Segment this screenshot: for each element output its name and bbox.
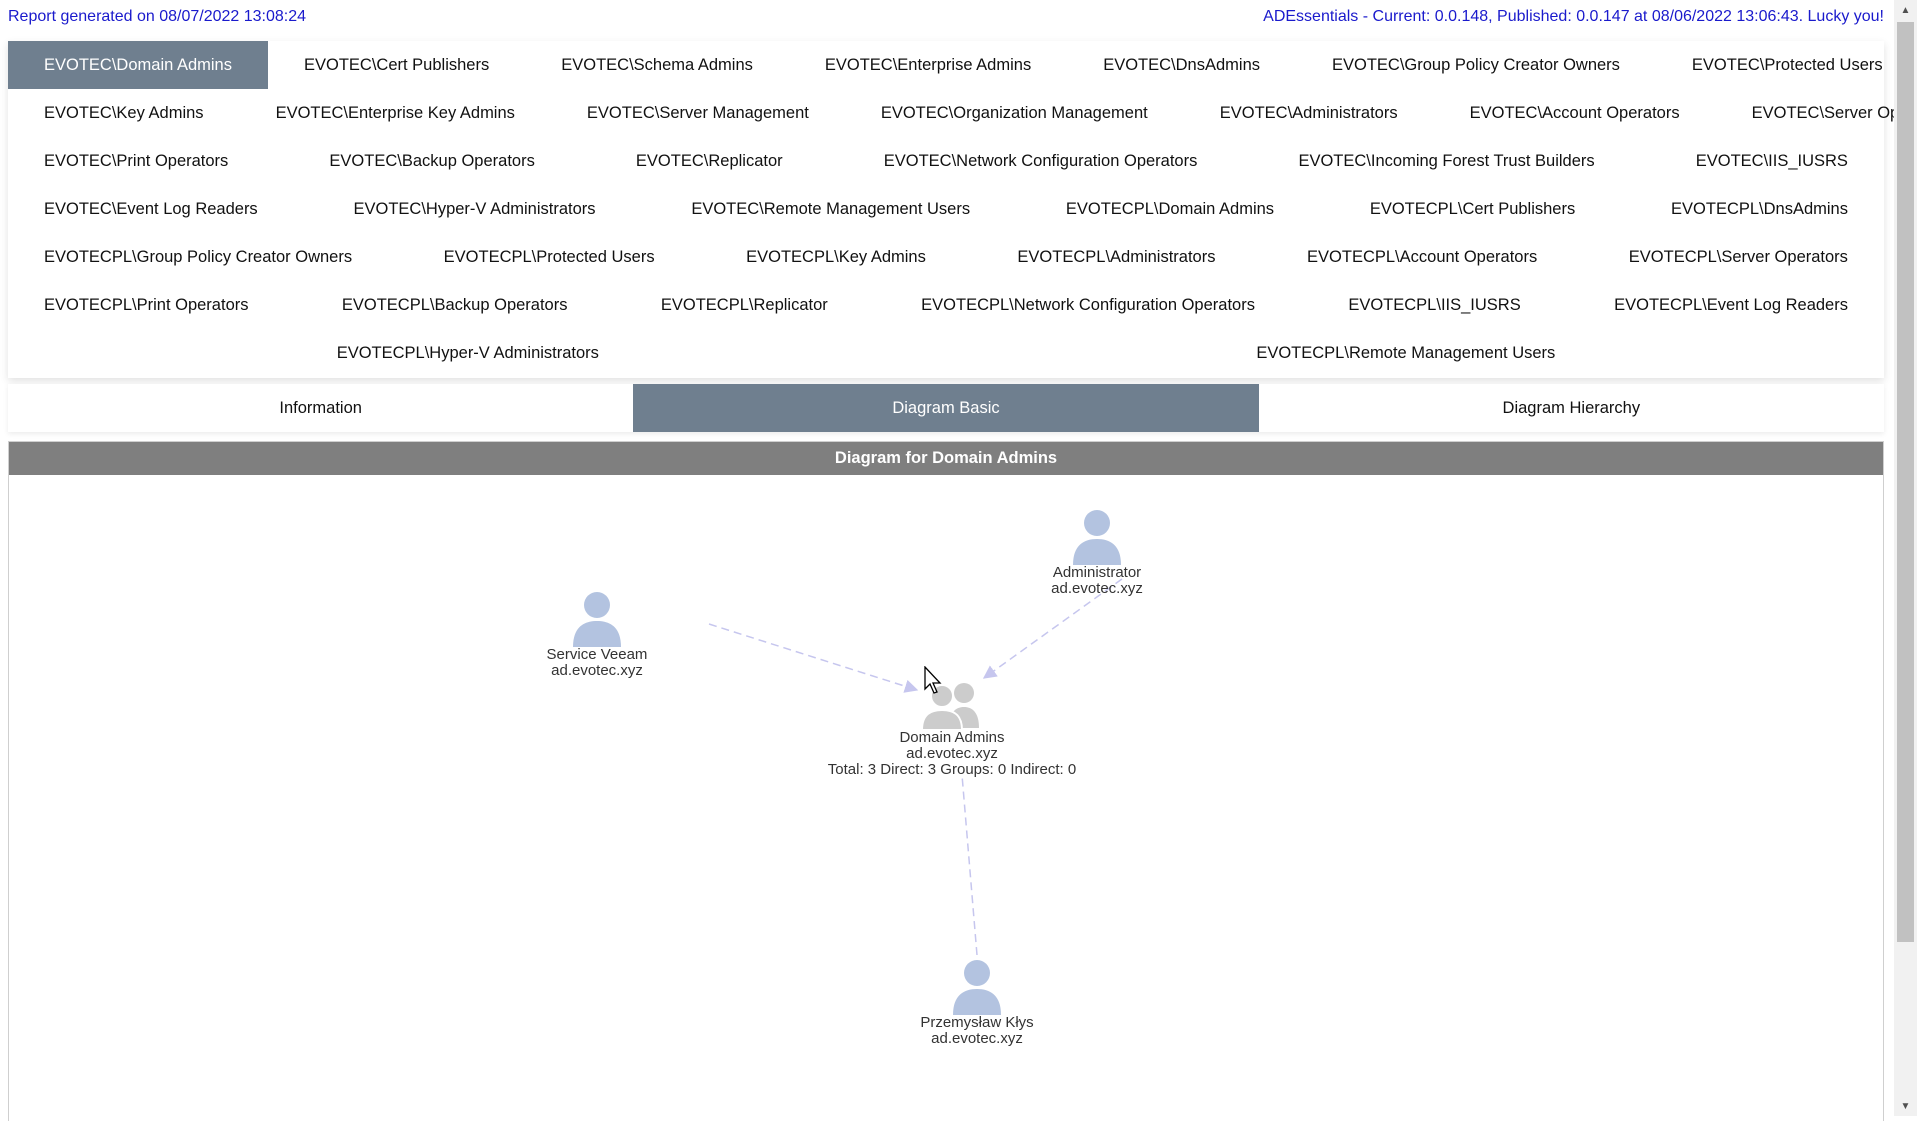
node-administrator[interactable]: Administrator ad.evotec.xyz bbox=[997, 507, 1197, 597]
version-info-text: ADEssentials - Current: 0.0.148, Publish… bbox=[1263, 8, 1884, 25]
mouse-pointer-icon bbox=[924, 666, 942, 694]
tab-evotecpl-backup-operators[interactable]: EVOTECPL\Backup Operators bbox=[306, 281, 604, 329]
tab-evotec-protected-users[interactable]: EVOTEC\Protected Users bbox=[1656, 41, 1917, 89]
group-tab-row: EVOTEC\Domain Admins EVOTEC\Cert Publish… bbox=[8, 41, 1884, 89]
tab-evotecpl-key-admins[interactable]: EVOTECPL\Key Admins bbox=[710, 233, 962, 281]
tab-evotec-hyper-v-administrators[interactable]: EVOTEC\Hyper-V Administrators bbox=[317, 185, 631, 233]
report-header: Report generated on 08/07/2022 13:08:24 … bbox=[0, 0, 1892, 34]
node-domain: ad.evotec.xyz bbox=[551, 662, 643, 679]
vertical-scrollbar[interactable]: ▲ ▼ bbox=[1894, 0, 1917, 1116]
tab-evotecpl-hyper-v-administrators[interactable]: EVOTECPL\Hyper-V Administrators bbox=[301, 329, 635, 377]
network-diagram[interactable]: Administrator ad.evotec.xyz Service Veea… bbox=[9, 475, 1883, 1122]
tab-evotec-cert-publishers[interactable]: EVOTEC\Cert Publishers bbox=[268, 41, 525, 89]
node-domain: ad.evotec.xyz bbox=[1051, 580, 1143, 597]
tab-evotec-network-configuration-operators[interactable]: EVOTEC\Network Configuration Operators bbox=[848, 137, 1234, 185]
tab-evotec-backup-operators[interactable]: EVOTEC\Backup Operators bbox=[293, 137, 570, 185]
group-tab-row: EVOTEC\Print Operators EVOTEC\Backup Ope… bbox=[8, 137, 1884, 185]
scroll-up-icon[interactable]: ▲ bbox=[1894, 0, 1917, 20]
tab-evotec-enterprise-admins[interactable]: EVOTEC\Enterprise Admins bbox=[789, 41, 1067, 89]
node-name: Przemysław Kłys bbox=[920, 1014, 1034, 1031]
tab-evotec-event-log-readers[interactable]: EVOTEC\Event Log Readers bbox=[8, 185, 294, 233]
diagram-panel: Diagram for Domain Admins Administrator bbox=[8, 441, 1884, 1121]
group-tab-row: EVOTECPL\Print Operators EVOTECPL\Backup… bbox=[8, 281, 1884, 329]
tab-evotecpl-protected-users[interactable]: EVOTECPL\Protected Users bbox=[408, 233, 691, 281]
edge-przemyslaw-to-domain-admins bbox=[961, 774, 978, 956]
tab-evotec-account-operators[interactable]: EVOTEC\Account Operators bbox=[1434, 89, 1716, 137]
tab-evotec-replicator[interactable]: EVOTEC\Replicator bbox=[600, 137, 819, 185]
group-tab-row: EVOTECPL\Group Policy Creator Owners EVO… bbox=[8, 233, 1884, 281]
tab-evotecpl-remote-management-users[interactable]: EVOTECPL\Remote Management Users bbox=[1220, 329, 1591, 377]
tab-evotecpl-server-operators[interactable]: EVOTECPL\Server Operators bbox=[1593, 233, 1884, 281]
scroll-thumb[interactable] bbox=[1897, 22, 1914, 942]
tab-evotecpl-domain-admins[interactable]: EVOTECPL\Domain Admins bbox=[1030, 185, 1310, 233]
tab-evotecpl-cert-publishers[interactable]: EVOTECPL\Cert Publishers bbox=[1334, 185, 1611, 233]
tab-evotec-domain-admins[interactable]: EVOTEC\Domain Admins bbox=[8, 41, 268, 89]
tab-evotecpl-network-configuration-operators[interactable]: EVOTECPL\Network Configuration Operators bbox=[885, 281, 1291, 329]
tab-evotec-print-operators[interactable]: EVOTEC\Print Operators bbox=[8, 137, 264, 185]
node-name: Administrator bbox=[1052, 564, 1142, 581]
view-tab-bar: Information Diagram Basic Diagram Hierar… bbox=[8, 384, 1884, 432]
tab-evotec-dnsadmins[interactable]: EVOTEC\DnsAdmins bbox=[1067, 41, 1296, 89]
node-name: Domain Admins bbox=[899, 729, 1005, 746]
tab-evotec-server-operators[interactable]: EVOTEC\Server Operators bbox=[1716, 89, 1917, 137]
group-tab-row: EVOTECPL\Hyper-V Administrators EVOTECPL… bbox=[8, 329, 1884, 377]
node-domain: ad.evotec.xyz bbox=[906, 745, 998, 762]
tab-evotecpl-administrators[interactable]: EVOTECPL\Administrators bbox=[981, 233, 1251, 281]
node-przemyslaw-klys[interactable]: Przemysław Kłys ad.evotec.xyz bbox=[877, 957, 1077, 1047]
tab-evotecpl-iis-iusrs[interactable]: EVOTECPL\IIS_IUSRS bbox=[1312, 281, 1556, 329]
tab-evotec-iis-iusrs[interactable]: EVOTEC\IIS_IUSRS bbox=[1660, 137, 1884, 185]
user-icon bbox=[1073, 510, 1121, 565]
node-domain-admins[interactable]: Domain Admins ad.evotec.xyz Total: 3 Dir… bbox=[792, 680, 1112, 778]
panel-title: Diagram for Domain Admins bbox=[9, 442, 1883, 475]
tab-evotecpl-print-operators[interactable]: EVOTECPL\Print Operators bbox=[8, 281, 285, 329]
tab-evotecpl-replicator[interactable]: EVOTECPL\Replicator bbox=[625, 281, 864, 329]
group-tab-bar: EVOTEC\Domain Admins EVOTEC\Cert Publish… bbox=[8, 41, 1917, 378]
page: Report generated on 08/07/2022 13:08:24 … bbox=[0, 0, 1917, 1121]
tab-evotec-administrators[interactable]: EVOTEC\Administrators bbox=[1184, 89, 1434, 137]
group-tab-row: EVOTEC\Event Log Readers EVOTEC\Hyper-V … bbox=[8, 185, 1884, 233]
tab-evotec-server-management[interactable]: EVOTEC\Server Management bbox=[551, 89, 845, 137]
scroll-down-icon[interactable]: ▼ bbox=[1894, 1096, 1917, 1116]
tab-evotec-key-admins[interactable]: EVOTEC\Key Admins bbox=[8, 89, 240, 137]
tab-evotecpl-group-policy-creator-owners[interactable]: EVOTECPL\Group Policy Creator Owners bbox=[8, 233, 388, 281]
report-generated-text: Report generated on 08/07/2022 13:08:24 bbox=[8, 8, 307, 25]
tab-evotecpl-account-operators[interactable]: EVOTECPL\Account Operators bbox=[1271, 233, 1573, 281]
tab-evotec-enterprise-key-admins[interactable]: EVOTEC\Enterprise Key Admins bbox=[240, 89, 551, 137]
tab-evotec-group-policy-creator-owners[interactable]: EVOTEC\Group Policy Creator Owners bbox=[1296, 41, 1656, 89]
tab-evotec-organization-management[interactable]: EVOTEC\Organization Management bbox=[845, 89, 1184, 137]
tab-diagram-basic[interactable]: Diagram Basic bbox=[633, 384, 1259, 432]
node-domain: ad.evotec.xyz bbox=[931, 1030, 1023, 1047]
tab-evotecpl-event-log-readers[interactable]: EVOTECPL\Event Log Readers bbox=[1578, 281, 1884, 329]
node-service-veeam[interactable]: Service Veeam ad.evotec.xyz bbox=[497, 589, 697, 679]
tab-evotec-schema-admins[interactable]: EVOTEC\Schema Admins bbox=[525, 41, 789, 89]
node-stats: Total: 3 Direct: 3 Groups: 0 Indirect: 0 bbox=[827, 761, 1077, 778]
node-name: Service Veeam bbox=[546, 646, 648, 663]
tab-evotec-remote-management-users[interactable]: EVOTEC\Remote Management Users bbox=[655, 185, 1006, 233]
tab-information[interactable]: Information bbox=[8, 384, 633, 432]
user-icon bbox=[953, 960, 1001, 1015]
tab-diagram-hierarchy[interactable]: Diagram Hierarchy bbox=[1259, 384, 1884, 432]
group-tab-row: EVOTEC\Key Admins EVOTEC\Enterprise Key … bbox=[8, 89, 1917, 137]
tab-evotecpl-dnsadmins[interactable]: EVOTECPL\DnsAdmins bbox=[1635, 185, 1884, 233]
tab-evotec-incoming-forest-trust-builders[interactable]: EVOTEC\Incoming Forest Trust Builders bbox=[1262, 137, 1630, 185]
user-icon bbox=[573, 592, 621, 647]
